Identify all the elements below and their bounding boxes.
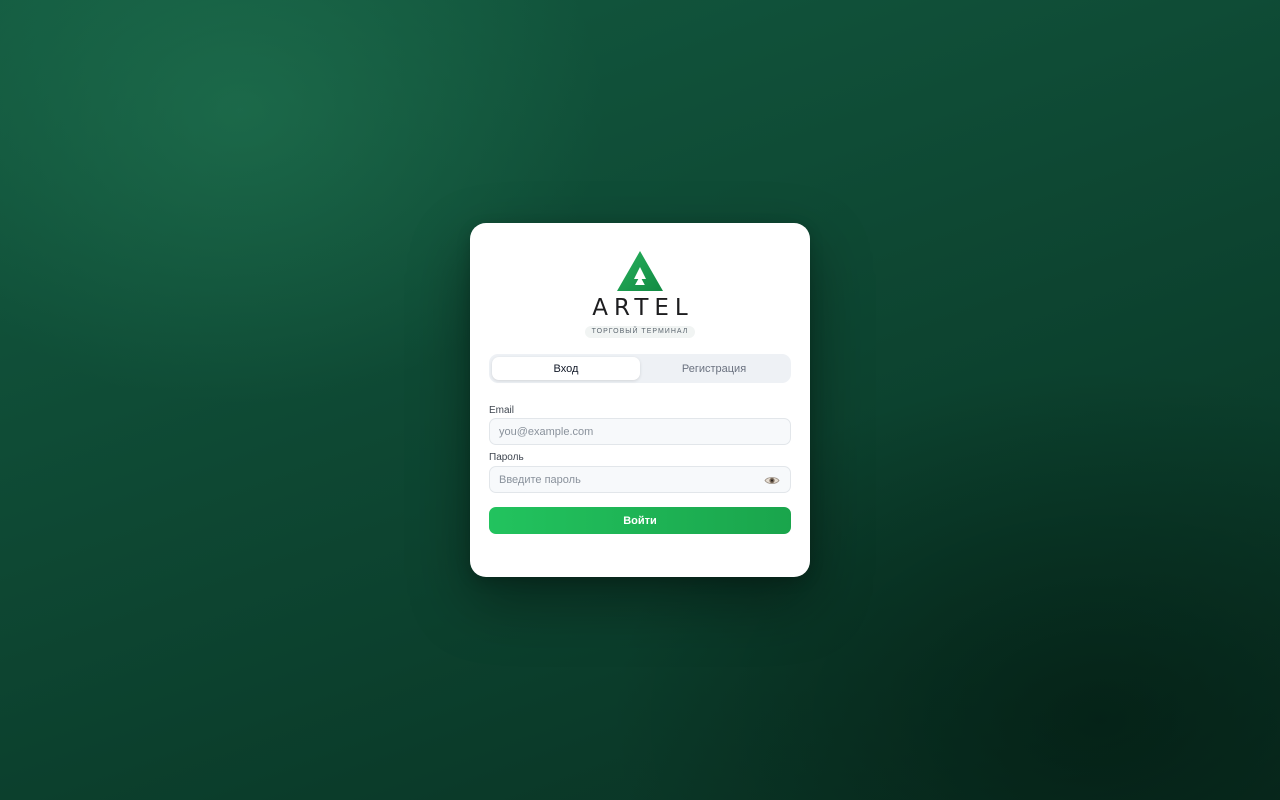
- password-field[interactable]: [489, 466, 791, 493]
- tab-register[interactable]: Регистрация: [640, 357, 788, 380]
- brand-name: ARTEL: [592, 295, 694, 321]
- artel-logo-icon: [617, 251, 663, 291]
- email-label: Email: [489, 405, 515, 416]
- brand-logo: ARTEL ТОРГОВЫЙ ТЕРМИНАЛ: [470, 249, 810, 339]
- eye-icon[interactable]: [764, 474, 780, 486]
- email-field[interactable]: [489, 418, 791, 445]
- password-label: Пароль: [489, 452, 524, 463]
- tab-login[interactable]: Вход: [492, 357, 640, 380]
- brand-subtitle: ТОРГОВЫЙ ТЕРМИНАЛ: [584, 326, 696, 339]
- auth-tabs: Вход Регистрация: [489, 354, 791, 383]
- login-button[interactable]: Войти: [489, 507, 791, 534]
- login-card: ARTEL ТОРГОВЫЙ ТЕРМИНАЛ Вход Регистрация…: [470, 223, 810, 577]
